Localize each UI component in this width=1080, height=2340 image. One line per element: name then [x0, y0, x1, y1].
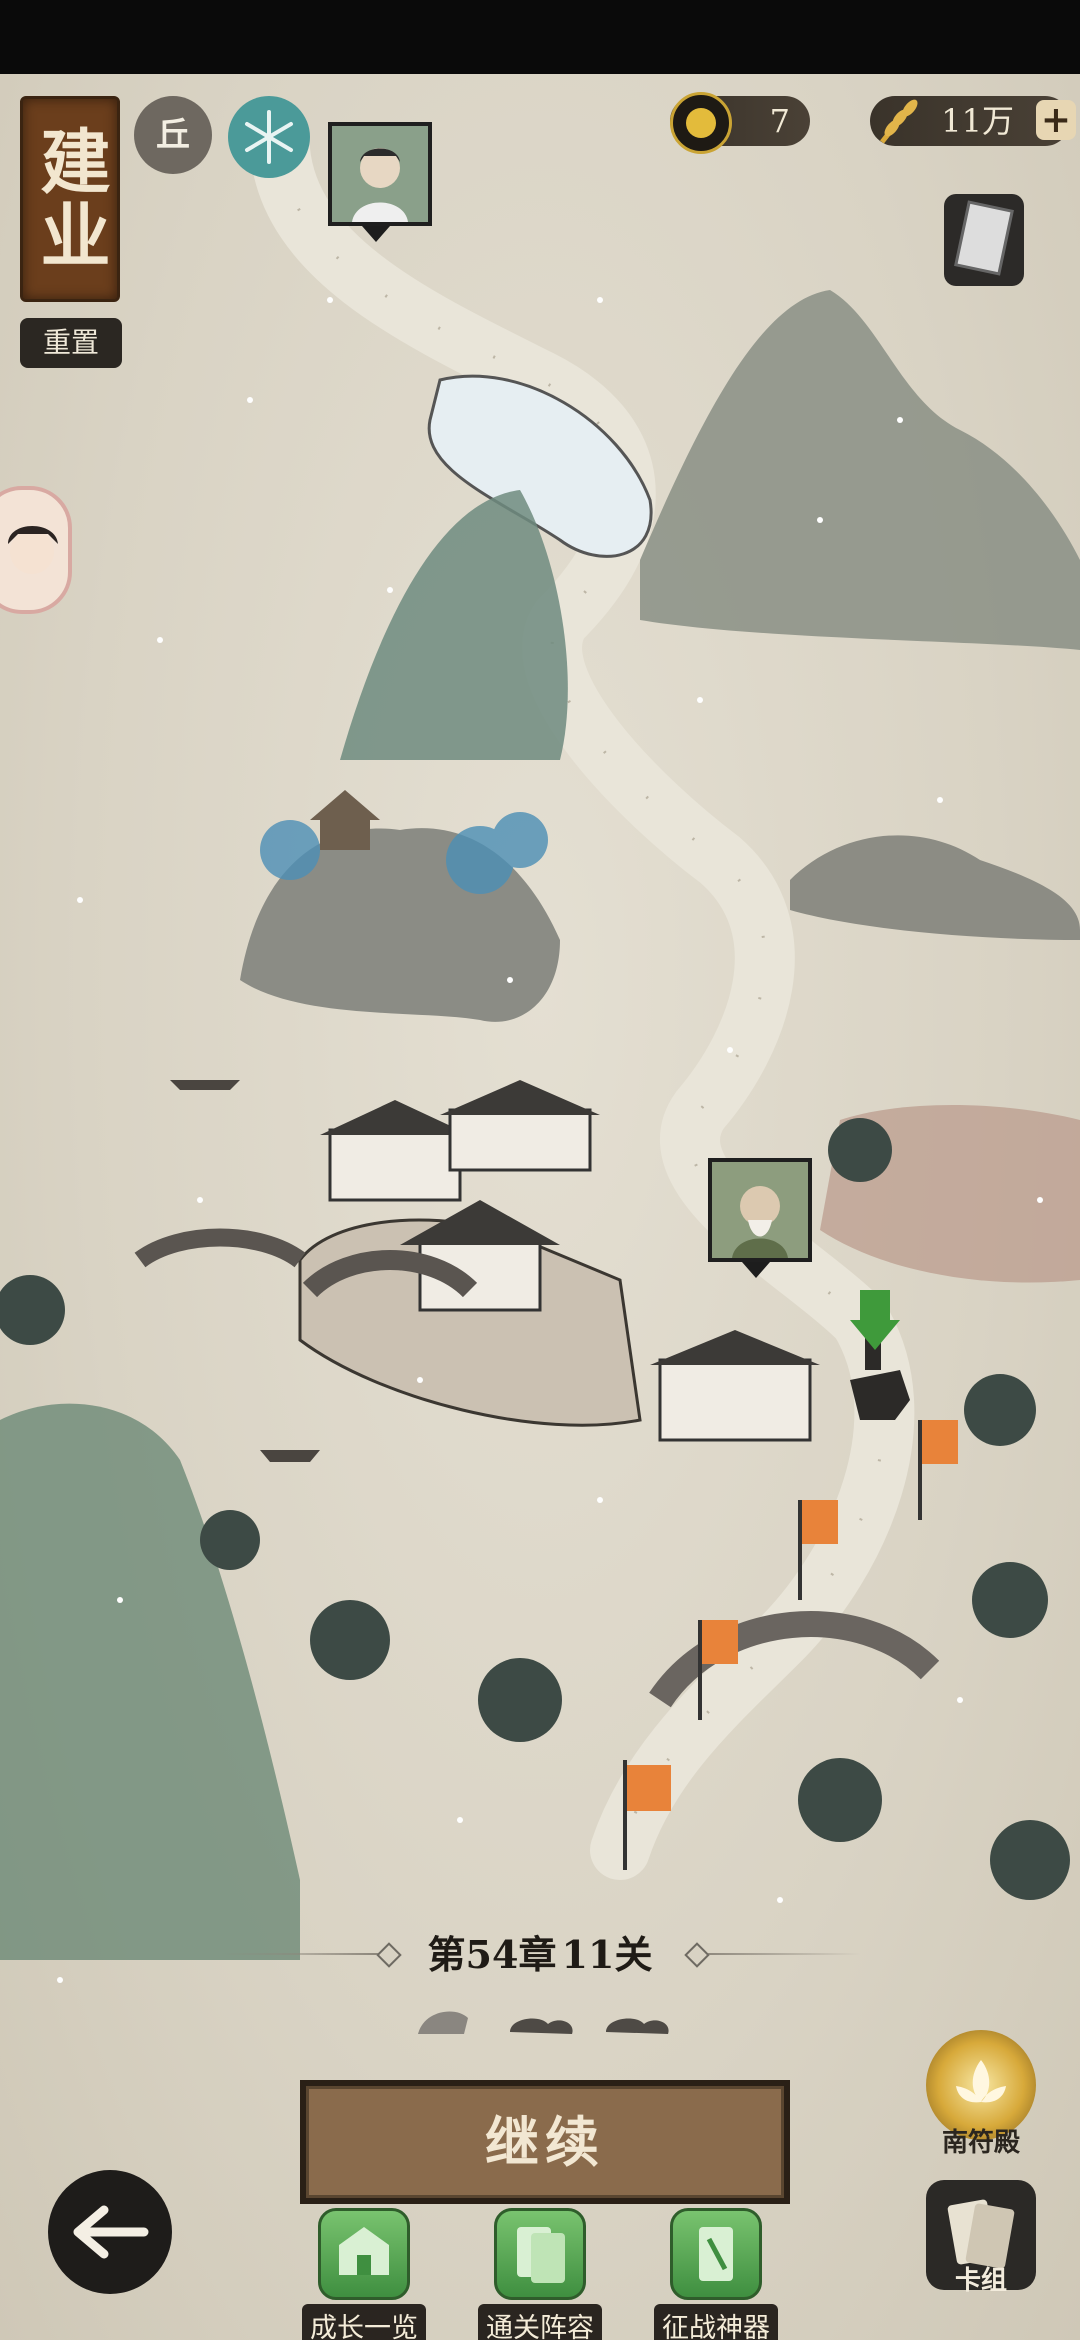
nanfu-hall-label: 南符殿	[941, 2128, 1020, 2158]
status-bar	[0, 0, 1080, 74]
wheat-icon	[872, 90, 932, 150]
chapter-mid: 章	[518, 1932, 557, 1977]
coin-icon	[670, 92, 732, 154]
continue-button[interactable]: 继续	[300, 2080, 790, 2204]
back-button[interactable]	[48, 2170, 172, 2294]
tiger-icon	[418, 2011, 468, 2034]
growth-overview-icon	[318, 2208, 410, 2300]
deck-label: 卡组	[954, 2266, 1007, 2296]
growth-overview-label: 成长一览	[302, 2304, 426, 2340]
snowflake-icon[interactable]	[228, 96, 310, 178]
artifact-icon	[670, 2208, 762, 2300]
region-name-plate: 建业	[20, 96, 120, 302]
boat-2	[260, 1450, 320, 1462]
reset-button[interactable]: 重置	[20, 318, 122, 368]
hill-right	[790, 835, 1080, 940]
add-grain-button[interactable]: +	[1036, 100, 1076, 140]
clear-lineup-label: 通关阵容	[478, 2304, 602, 2340]
back-arrow-icon	[73, 2205, 149, 2259]
grain-value: 11万	[941, 102, 1014, 140]
stage-suffix: 关	[614, 1932, 653, 1977]
pavilion	[310, 790, 380, 850]
nanfu-hall-button[interactable]: 南符殿	[916, 2030, 1046, 2180]
hero-avatar[interactable]	[0, 486, 72, 614]
map-card-button[interactable]	[944, 194, 1024, 286]
game-screen: 建业 重置 丘 7 11万 + 第54章 11关 继续 成长一览 通关阵容 征战…	[0, 0, 1080, 2340]
artifact-button[interactable]: 征战神器	[646, 2208, 786, 2340]
mountain-left	[0, 1403, 300, 1960]
stage-number: 11	[561, 1932, 615, 1977]
peak	[340, 490, 568, 760]
npc-portrait[interactable]	[708, 1158, 812, 1262]
clear-lineup-button[interactable]: 通关阵容	[470, 2208, 610, 2340]
clear-lineup-icon	[494, 2208, 586, 2300]
coin-value: 7	[769, 102, 790, 140]
chapter-prefix: 第	[427, 1932, 466, 1977]
stage-enemy-icons	[410, 1990, 670, 2050]
enemy-general-portrait[interactable]	[328, 122, 432, 226]
chapter-number: 54	[465, 1932, 519, 1977]
cloud-icon-2	[606, 2018, 669, 2034]
artifact-label: 征战神器	[654, 2304, 778, 2340]
growth-overview-button[interactable]: 成长一览	[294, 2208, 434, 2340]
chapter-stage-title: 第54章 11关	[260, 1930, 820, 1980]
map-pin-pointer	[362, 226, 390, 242]
cloud-icon	[510, 2018, 573, 2034]
west-bridge	[134, 1228, 306, 1268]
terrain-badge[interactable]: 丘	[134, 96, 212, 174]
boat	[170, 1080, 240, 1090]
deck-button[interactable]: 卡组	[916, 2180, 1046, 2330]
map-pin-pointer-2	[742, 1262, 770, 1278]
mountain-range	[640, 290, 1080, 650]
